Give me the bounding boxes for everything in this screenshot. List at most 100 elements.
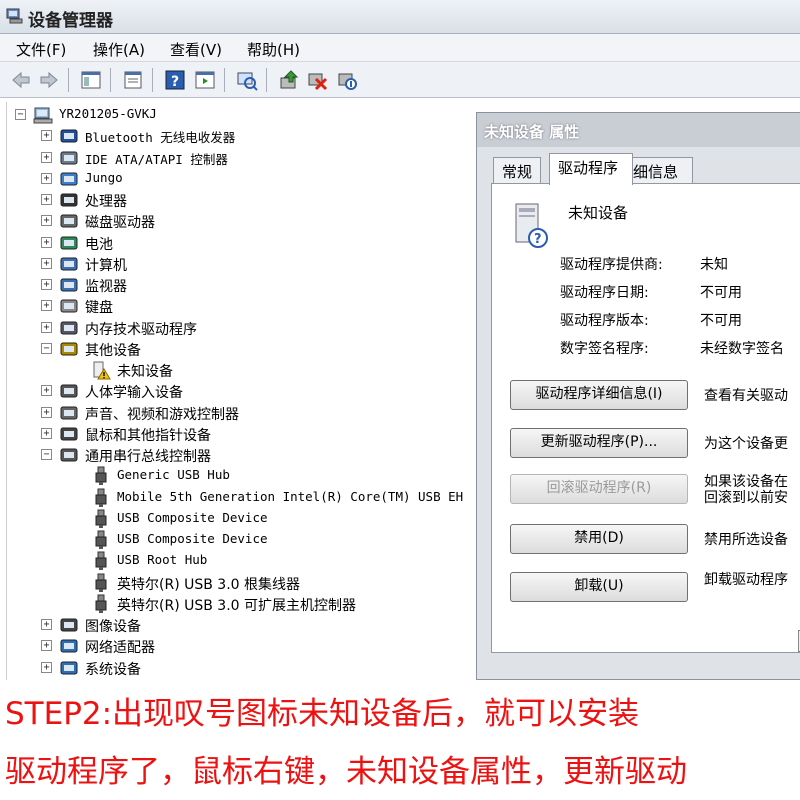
- computer-icon: [60, 257, 78, 271]
- expand-icon[interactable]: +: [41, 172, 52, 184]
- expand-icon[interactable]: +: [41, 640, 52, 652]
- expand-icon[interactable]: +: [41, 321, 52, 333]
- system-device-icon: [60, 661, 78, 674]
- prop-provider-value: 未知: [700, 257, 728, 273]
- tree-item[interactable]: + Jungo: [41, 168, 481, 189]
- usb-plug-icon: [95, 573, 107, 592]
- menu-file[interactable]: 文件(F): [16, 39, 66, 60]
- menu-view[interactable]: 查看(V): [170, 39, 222, 60]
- expand-icon[interactable]: +: [41, 300, 52, 312]
- tree-item-usb-child[interactable]: USB Composite Device: [77, 529, 484, 550]
- prop-date-value: 不可用: [700, 285, 742, 301]
- tree-item-usb-child[interactable]: USB Composite Device: [77, 508, 484, 529]
- properties-icon[interactable]: [122, 69, 144, 91]
- expand-icon[interactable]: +: [41, 385, 52, 397]
- tree-item[interactable]: + 网络适配器: [41, 635, 481, 656]
- menu-help[interactable]: 帮助(H): [247, 39, 300, 60]
- dialog-title-bar: 未知设备 属性: [477, 113, 800, 147]
- jungo-icon: [60, 172, 78, 186]
- tree-item-usb-child[interactable]: Generic USB Hub: [77, 465, 484, 486]
- tree-item[interactable]: + 图像设备: [41, 614, 481, 635]
- expand-icon[interactable]: +: [41, 661, 52, 673]
- properties-dialog: 未知设备 属性 常规 详细信息 ? 未知设备 驱动程序提供商: 未知 驱动程序日…: [476, 112, 800, 680]
- collapse-icon[interactable]: −: [41, 342, 52, 354]
- expand-icon[interactable]: +: [41, 619, 52, 630]
- driver-details-button[interactable]: 驱动程序详细信息(I): [510, 380, 688, 410]
- hid-icon: [60, 384, 78, 398]
- tree-item[interactable]: + 系统设备: [41, 657, 481, 678]
- expand-icon[interactable]: +: [41, 215, 52, 227]
- disable-button[interactable]: 禁用(D): [510, 524, 688, 554]
- tree-item[interactable]: + 内存技术驱动程序: [41, 317, 481, 338]
- tab-driver[interactable]: 驱动程序: [549, 153, 633, 185]
- show-hide-tree-icon[interactable]: [80, 69, 102, 91]
- svg-text:?: ?: [171, 74, 179, 90]
- tree-item[interactable]: + 键盘: [41, 295, 481, 316]
- usb-plug-icon: [95, 594, 107, 613]
- dialog-title: 未知设备 属性: [484, 123, 580, 141]
- help-icon[interactable]: ?: [164, 69, 186, 91]
- tree-item[interactable]: + 监视器: [41, 274, 481, 295]
- bluetooth-icon: [60, 129, 78, 143]
- update-driver-desc: 为这个设备更: [704, 436, 788, 452]
- tree-item[interactable]: + 人体学输入设备: [41, 380, 481, 401]
- disk-drive-icon: [60, 214, 78, 228]
- action-pane-icon[interactable]: [194, 69, 216, 91]
- scan-hardware-icon[interactable]: [236, 69, 258, 91]
- expand-icon[interactable]: +: [41, 194, 52, 205]
- uninstall-button[interactable]: 卸载(U): [510, 572, 688, 602]
- expand-icon[interactable]: +: [41, 151, 52, 163]
- tree-item[interactable]: + 声音、视频和游戏控制器: [41, 402, 481, 423]
- expand-icon[interactable]: +: [41, 279, 52, 290]
- expand-icon[interactable]: +: [41, 406, 52, 418]
- uninstall-icon[interactable]: [306, 69, 328, 91]
- sound-icon: [60, 406, 78, 419]
- memory-driver-icon: [60, 321, 78, 334]
- svg-text:?: ?: [534, 232, 542, 247]
- title-bar: 设备管理器: [0, 0, 800, 34]
- toolbar: ?: [0, 62, 800, 98]
- update-driver-icon[interactable]: [278, 69, 300, 91]
- update-driver-button[interactable]: 更新驱动程序(P)...: [510, 428, 688, 458]
- tree-item-usb-child[interactable]: 英特尔(R) USB 3.0 可扩展主机控制器: [77, 593, 484, 614]
- tree-item-usb-child[interactable]: Mobile 5th Generation Intel(R) Core(TM) …: [77, 487, 484, 508]
- tree-item[interactable]: + 计算机: [41, 253, 481, 274]
- tree-root[interactable]: − YR201205-GVKJ: [15, 104, 475, 125]
- tab-general[interactable]: 常规: [493, 157, 542, 183]
- keyboard-icon: [60, 299, 78, 313]
- computer-icon: [33, 107, 53, 124]
- tree-item[interactable]: + 处理器: [41, 189, 481, 210]
- prop-version-value: 不可用: [700, 313, 742, 329]
- expand-icon[interactable]: +: [41, 257, 52, 269]
- back-arrow-icon[interactable]: [10, 69, 32, 91]
- prop-signer-value: 未经数字签名: [700, 341, 784, 357]
- forward-arrow-icon[interactable]: [38, 69, 60, 91]
- prop-date-label: 驱动程序日期:: [560, 285, 649, 301]
- tree-item-unknown-device[interactable]: 未知设备: [77, 359, 484, 380]
- tree-item[interactable]: − 其他设备: [41, 338, 481, 359]
- rollback-driver-desc-2: 回滚到以前安: [704, 490, 788, 506]
- tree-item[interactable]: + Bluetooth 无线电收发器: [41, 125, 481, 146]
- menu-action[interactable]: 操作(A): [93, 39, 145, 60]
- tree-item[interactable]: + 电池: [41, 232, 481, 253]
- tree-item[interactable]: + 鼠标和其他指针设备: [41, 423, 481, 444]
- collapse-icon[interactable]: −: [15, 109, 26, 120]
- unknown-device-icon: ?: [515, 203, 548, 248]
- tree-item[interactable]: + IDE ATA/ATAPI 控制器: [41, 147, 481, 168]
- expand-icon[interactable]: +: [41, 236, 52, 248]
- disable-desc: 禁用所选设备: [704, 532, 788, 548]
- tree-item-usb-child[interactable]: 英特尔(R) USB 3.0 根集线器: [77, 572, 484, 593]
- usb-plug-icon: [95, 509, 107, 528]
- expand-icon[interactable]: +: [41, 130, 52, 142]
- expand-icon[interactable]: +: [41, 427, 52, 439]
- tree-item-usb-child[interactable]: USB Root Hub: [77, 550, 484, 571]
- processor-icon: [60, 193, 78, 207]
- device-name: 未知设备: [568, 204, 629, 222]
- instruction-caption: STEP2:出现叹号图标未知设备后，就可以安装 驱动程序了，鼠标右键，未知设备属…: [0, 680, 800, 800]
- disable-device-icon[interactable]: [336, 69, 358, 91]
- tree-item[interactable]: − 通用串行总线控制器: [41, 444, 481, 465]
- collapse-icon[interactable]: −: [41, 449, 52, 460]
- other-devices-icon: [60, 342, 78, 356]
- tree-item[interactable]: + 磁盘驱动器: [41, 210, 481, 231]
- rollback-driver-button[interactable]: 回滚驱动程序(R): [510, 474, 688, 504]
